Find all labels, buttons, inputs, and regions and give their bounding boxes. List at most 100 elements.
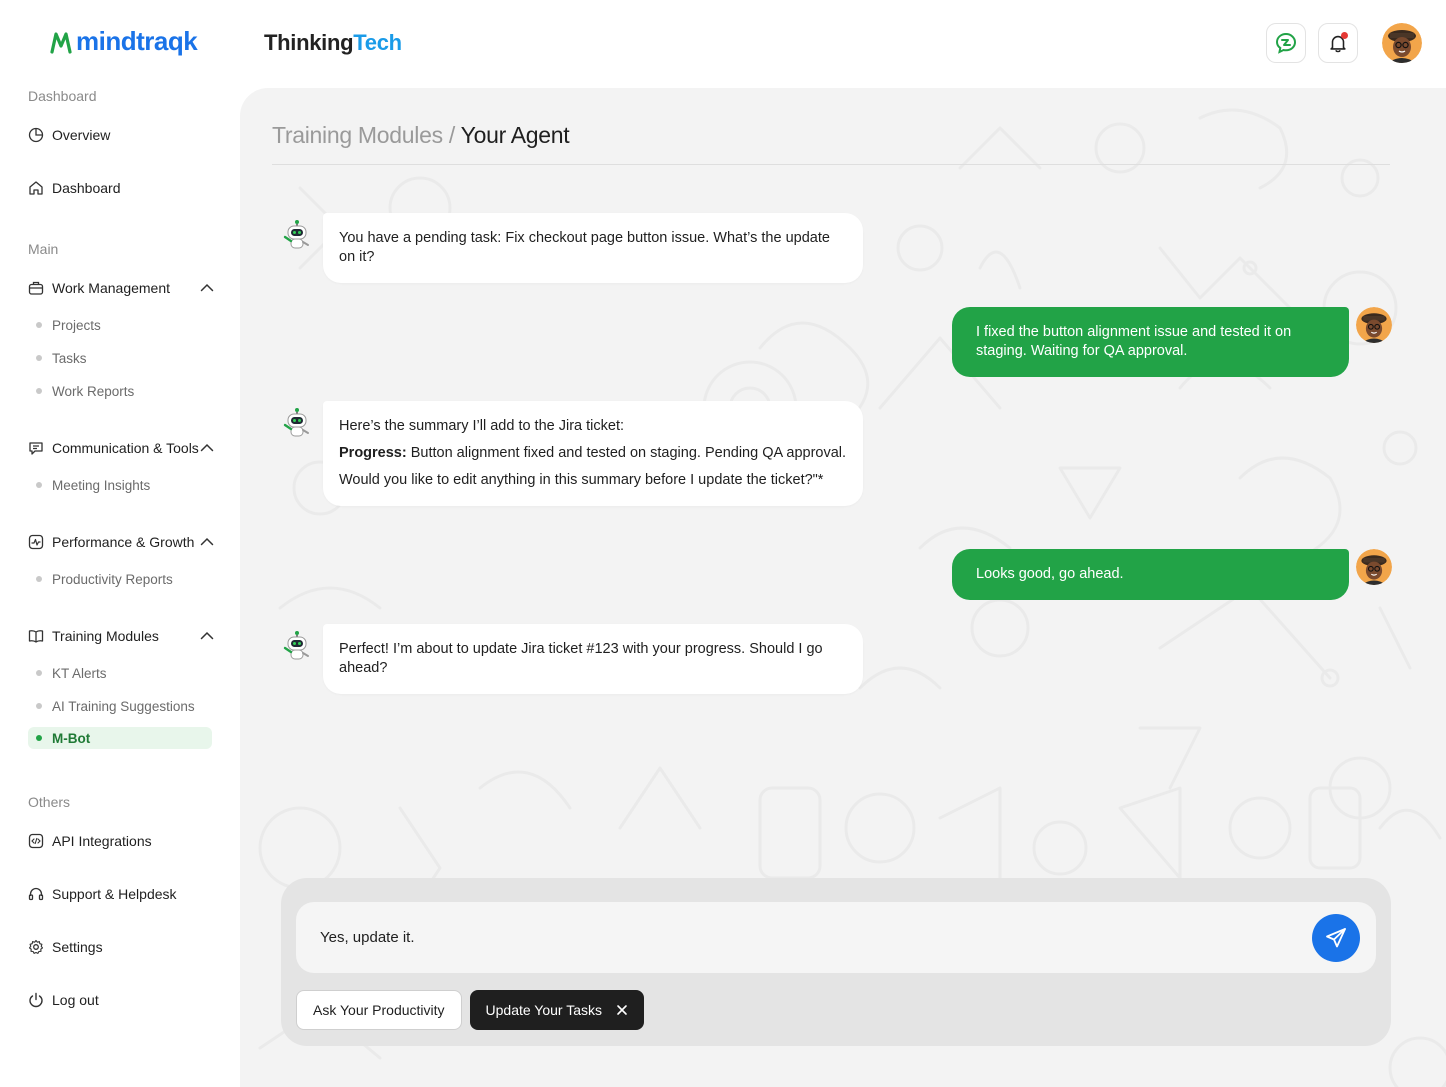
sidebar-item-productivity-reports[interactable]: Productivity Reports: [28, 568, 212, 590]
sidebar-item-label: Log out: [52, 992, 99, 1008]
sidebar-item-work-reports[interactable]: Work Reports: [28, 380, 212, 402]
company-name-suffix: Tech: [353, 30, 402, 55]
chip-label: Update Your Tasks: [485, 1002, 603, 1018]
gear-icon: [28, 939, 44, 954]
sidebar-item-label: KT Alerts: [52, 665, 107, 681]
send-button[interactable]: [1312, 914, 1360, 962]
user-message: I fixed the button alignment issue and t…: [952, 307, 1349, 377]
sidebar-item-label: Meeting Insights: [52, 477, 151, 493]
sidebar-item-api-integrations[interactable]: API Integrations: [28, 833, 218, 849]
bot-message: You have a pending task: Fix checkout pa…: [323, 213, 863, 283]
sidebar-item-communication-tools[interactable]: Communication & Tools: [28, 440, 218, 456]
ask-productivity-chip[interactable]: Ask Your Productivity: [296, 990, 462, 1030]
message-text: You have a pending task: Fix checkout pa…: [339, 230, 830, 265]
bullet-icon: [36, 322, 42, 328]
avatar-image: [1382, 23, 1422, 63]
headset-icon: [28, 887, 44, 901]
sidebar-item-label: Projects: [52, 317, 101, 333]
sidebar-item-tasks[interactable]: Tasks: [28, 347, 212, 369]
message-input-row: [296, 902, 1376, 973]
sidebar: Dashboard Overview Dashboard Main Work M…: [0, 88, 240, 1087]
chevron-up-icon[interactable]: [200, 628, 214, 644]
user-message: Looks good, go ahead.: [952, 549, 1349, 600]
sidebar-item-label: Settings: [52, 939, 103, 955]
sidebar-item-label: M-Bot: [52, 730, 91, 746]
bot-message: Perfect! I’m about to update Jira ticket…: [323, 624, 863, 694]
breadcrumb: Training Modules / Your Agent: [272, 122, 570, 149]
sidebar-item-label: Tasks: [52, 350, 87, 366]
sidebar-item-label: Work Management: [52, 280, 171, 296]
bullet-icon: [36, 482, 42, 488]
chevron-up-icon[interactable]: [200, 280, 214, 296]
sidebar-item-dashboard[interactable]: Dashboard: [28, 180, 218, 196]
bot-avatar-icon: [283, 408, 309, 437]
section-label-others: Others: [28, 794, 71, 810]
bot-avatar-icon: [283, 220, 309, 249]
section-label-dashboard: Dashboard: [28, 88, 97, 104]
update-tasks-chip[interactable]: Update Your Tasks: [469, 990, 645, 1030]
sidebar-item-settings[interactable]: Settings: [28, 939, 218, 955]
chat-bubble-icon: [29, 442, 43, 455]
book-icon: [28, 630, 44, 643]
home-icon: [29, 181, 43, 195]
logo-text: mindtraqk: [76, 26, 198, 56]
bullet-icon: [36, 703, 42, 709]
sidebar-item-meeting-insights[interactable]: Meeting Insights: [28, 474, 212, 496]
sidebar-item-projects[interactable]: Projects: [28, 314, 212, 336]
message-text: Looks good, go ahead.: [976, 566, 1124, 582]
bullet-icon: [36, 670, 42, 676]
sidebar-item-label: Communication & Tools: [52, 440, 199, 456]
close-icon[interactable]: [616, 1004, 628, 1016]
sidebar-item-performance-growth[interactable]: Performance & Growth: [28, 534, 218, 550]
pie-chart-icon: [28, 127, 44, 143]
sidebar-item-overview[interactable]: Overview: [28, 127, 218, 143]
sidebar-item-label: Dashboard: [52, 180, 121, 196]
sidebar-item-ai-training-suggestions[interactable]: AI Training Suggestions: [28, 695, 212, 717]
sidebar-item-m-bot[interactable]: M-Bot: [28, 727, 212, 749]
sidebar-item-support-helpdesk[interactable]: Support & Helpdesk: [28, 886, 218, 902]
breadcrumb-parent[interactable]: Training Modules: [272, 122, 443, 148]
suggestion-chips: Ask Your Productivity Update Your Tasks: [296, 990, 645, 1030]
top-actions: [1266, 23, 1422, 63]
user-avatar: [1356, 549, 1392, 585]
notifications-button[interactable]: [1318, 23, 1358, 63]
header-divider: [272, 164, 1390, 165]
user-avatar: [1356, 307, 1392, 343]
sidebar-item-work-management[interactable]: Work Management: [28, 280, 218, 296]
notification-dot: [1341, 32, 1348, 39]
sidebar-item-training-modules[interactable]: Training Modules: [28, 628, 218, 644]
bullet-icon: [36, 388, 42, 394]
breadcrumb-separator: /: [448, 122, 455, 148]
chevron-up-icon[interactable]: [200, 534, 214, 550]
company-name-prefix: Thinking: [264, 30, 354, 55]
summary-question: Would you like to edit anything in this …: [339, 472, 824, 488]
avatar-image: [1356, 549, 1392, 585]
code-icon: [28, 833, 44, 849]
message-text: I fixed the button alignment issue and t…: [976, 324, 1292, 359]
page-title: Your Agent: [460, 122, 570, 148]
progress-label: Progress:: [339, 445, 407, 461]
power-icon: [29, 992, 43, 1008]
sidebar-item-kt-alerts[interactable]: KT Alerts: [28, 662, 212, 684]
chip-label: Ask Your Productivity: [313, 1002, 445, 1018]
summary-intro: Here’s the summary I’ll add to the Jira …: [339, 418, 625, 434]
bullet-icon: [36, 735, 42, 741]
sidebar-item-log-out[interactable]: Log out: [28, 992, 218, 1008]
bot-avatar-icon: [283, 631, 309, 660]
avatar-image: [1356, 307, 1392, 343]
sidebar-item-label: Support & Helpdesk: [52, 886, 177, 902]
chevron-up-icon[interactable]: [200, 440, 214, 456]
sidebar-item-label: Performance & Growth: [52, 534, 195, 550]
send-icon: [1326, 928, 1346, 948]
logo-mark-icon: [50, 31, 72, 54]
ai-chat-button[interactable]: [1266, 23, 1306, 63]
bot-summary-message: Here’s the summary I’ll add to the Jira …: [323, 401, 863, 506]
bullet-icon: [36, 355, 42, 361]
message-input[interactable]: [296, 902, 1296, 973]
profile-avatar[interactable]: [1382, 23, 1422, 63]
briefcase-icon: [28, 281, 44, 295]
message-text: Perfect! I’m about to update Jira ticket…: [339, 641, 823, 676]
main-panel: Training Modules / Your Agent You have a…: [240, 88, 1446, 1087]
message-composer: Ask Your Productivity Update Your Tasks: [281, 878, 1391, 1046]
mindtraqk-logo[interactable]: mindtraqk: [50, 26, 198, 57]
